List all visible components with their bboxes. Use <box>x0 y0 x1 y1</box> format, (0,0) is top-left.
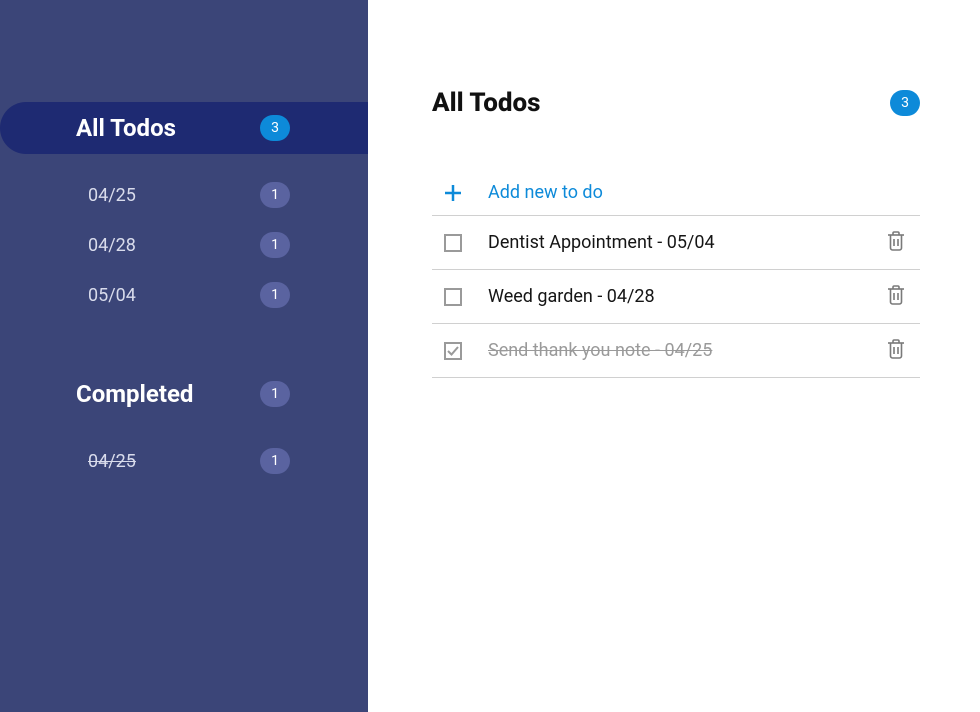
sidebar-item-count: 1 <box>260 232 290 258</box>
sidebar-item-0425[interactable]: 04/25 1 <box>0 170 368 220</box>
todo-list: Add new to do Dentist Appointment - 05/0… <box>432 170 920 378</box>
main-header: All Todos 3 <box>432 88 920 118</box>
sidebar-item-0428[interactable]: 04/28 1 <box>0 220 368 270</box>
add-todo-label: Add new to do <box>488 182 603 203</box>
todo-row: Dentist Appointment - 05/04 <box>432 216 920 270</box>
sidebar-completed-items: 04/25 1 <box>0 420 368 486</box>
sidebar-item-label: 04/25 <box>88 185 136 206</box>
delete-button[interactable] <box>884 231 908 255</box>
delete-button[interactable] <box>884 285 908 309</box>
sidebar-item-count: 1 <box>260 448 290 474</box>
todo-checkbox[interactable] <box>444 342 462 360</box>
sidebar-all-todos-count: 3 <box>260 115 290 141</box>
sidebar-item-label: 04/25 <box>88 451 136 472</box>
page-title: All Todos <box>432 88 541 118</box>
plus-icon <box>444 184 462 202</box>
sidebar-item-count: 1 <box>260 282 290 308</box>
sidebar-item-label: 05/04 <box>88 285 136 306</box>
todo-text: Weed garden - 04/28 <box>488 286 858 307</box>
sidebar-all-todos-label: All Todos <box>76 114 176 142</box>
main-content: All Todos 3 Add new to do Dentist Appoin… <box>368 0 980 712</box>
sidebar: All Todos 3 04/25 1 04/28 1 05/04 1 Comp… <box>0 0 368 712</box>
sidebar-item-0504[interactable]: 05/04 1 <box>0 270 368 320</box>
todo-checkbox[interactable] <box>444 234 462 252</box>
sidebar-item-count: 1 <box>260 182 290 208</box>
sidebar-completed-item-0425[interactable]: 04/25 1 <box>0 436 368 486</box>
sidebar-all-items: 04/25 1 04/28 1 05/04 1 <box>0 154 368 320</box>
delete-button[interactable] <box>884 339 908 363</box>
sidebar-completed-count: 1 <box>260 381 290 407</box>
trash-icon <box>887 231 905 255</box>
sidebar-all-todos-header[interactable]: All Todos 3 <box>0 102 368 154</box>
todo-text: Send thank you note - 04/25 <box>488 340 858 361</box>
todo-row: Weed garden - 04/28 <box>432 270 920 324</box>
todo-text: Dentist Appointment - 05/04 <box>488 232 858 253</box>
todo-checkbox[interactable] <box>444 288 462 306</box>
sidebar-completed-header[interactable]: Completed 1 <box>0 368 368 420</box>
sidebar-item-label: 04/28 <box>88 235 136 256</box>
add-todo-button[interactable]: Add new to do <box>432 170 920 216</box>
trash-icon <box>887 285 905 309</box>
main-count-badge: 3 <box>890 90 920 116</box>
todo-row: Send thank you note - 04/25 <box>432 324 920 378</box>
sidebar-completed-label: Completed <box>76 380 193 408</box>
trash-icon <box>887 339 905 363</box>
